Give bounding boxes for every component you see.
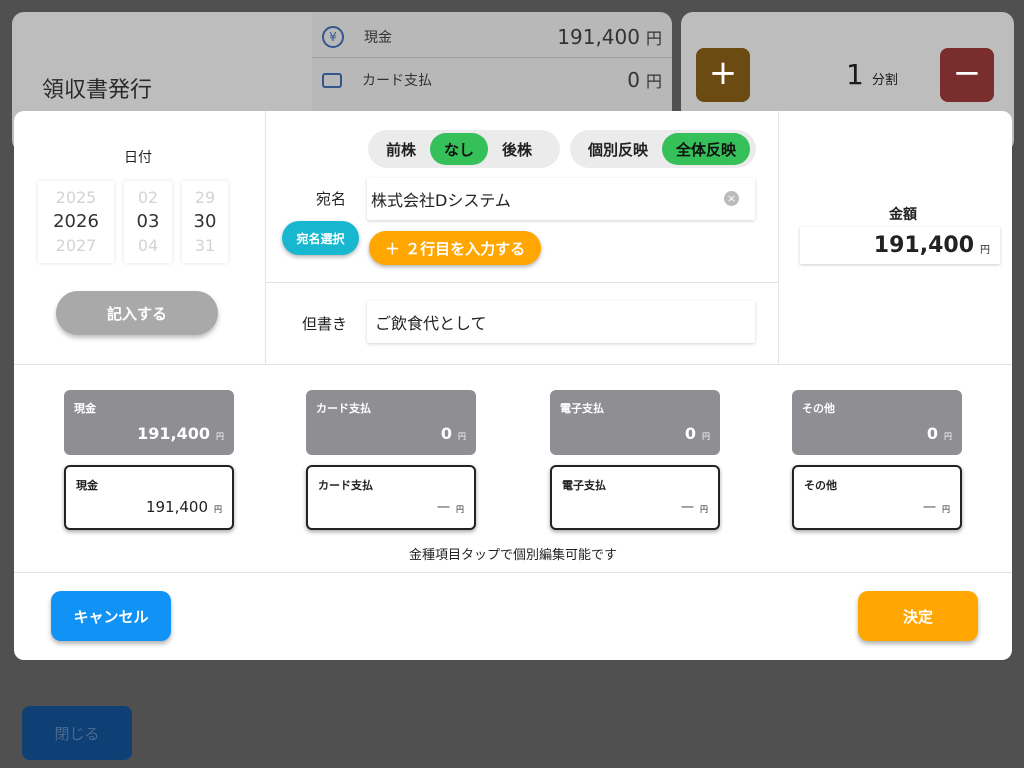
payment-label: 現金 (364, 30, 392, 46)
payment-amount: 0 (627, 68, 640, 92)
split-increase-button: + (696, 48, 750, 102)
tile-label: カード支払 (316, 402, 371, 415)
picker-selected[interactable]: 03 (137, 210, 160, 234)
split-count-value: 1 (846, 58, 864, 91)
day-picker[interactable]: 29 30 31 (182, 181, 228, 263)
total-tile-cash: 現金 191,400 円 (64, 390, 234, 455)
addressee-value: 株式会社Dシステム (371, 191, 511, 210)
date-label: 日付 (124, 150, 152, 166)
honorific-option-none[interactable]: なし (430, 133, 489, 165)
tile-label: カード支払 (318, 479, 373, 492)
reflect-segmented-control: 個別反映 全体反映 (570, 130, 756, 168)
picker-option[interactable]: 2025 (56, 186, 97, 210)
clear-icon[interactable]: × (724, 191, 739, 206)
picker-option[interactable]: 02 (138, 186, 158, 210)
edit-tile-cash[interactable]: 現金 191,400 円 (64, 465, 234, 530)
tile-label: 現金 (76, 479, 98, 492)
honorific-option-ato[interactable]: 後株 (488, 133, 546, 165)
tile-unit: 円 (456, 505, 464, 514)
addressee-select-button[interactable]: 宛名選択 (282, 221, 359, 255)
picker-selected[interactable]: 2026 (53, 210, 99, 234)
addressee-input[interactable]: 株式会社Dシステム × (367, 178, 755, 220)
split-unit: 分割 (871, 73, 898, 88)
tile-unit: 円 (700, 505, 708, 514)
divider (778, 111, 779, 364)
edit-tile-card[interactable]: カード支払 一円 (306, 465, 476, 530)
remark-value: ご飲食代として (375, 314, 487, 333)
yen-icon: ¥ (322, 26, 344, 48)
tile-value: 0 (684, 424, 696, 443)
picker-option[interactable]: 2027 (56, 234, 97, 258)
tile-unit: 円 (214, 505, 222, 514)
add-second-line-button[interactable]: ＋ ２行目を入力する (369, 231, 541, 265)
remark-input[interactable]: ご飲食代として (367, 301, 755, 343)
picker-option[interactable]: 31 (195, 234, 215, 258)
year-picker[interactable]: 2025 2026 2027 (38, 181, 114, 263)
tile-value: 一 (922, 501, 936, 516)
divider (312, 57, 672, 58)
payment-row-card: カード支払 0 円 (322, 60, 662, 100)
picker-option[interactable]: 04 (138, 234, 158, 258)
payment-label: カード支払 (362, 73, 432, 89)
fill-date-button[interactable]: 記入する (56, 291, 218, 335)
tile-unit: 円 (458, 432, 466, 441)
tile-label: 電子支払 (560, 402, 604, 415)
confirm-button[interactable]: 決定 (858, 591, 978, 641)
receipt-dialog: 日付 2025 2026 2027 02 03 04 29 30 31 記入する… (14, 111, 1012, 660)
tile-label: 電子支払 (562, 479, 606, 492)
tile-label: 現金 (74, 402, 96, 415)
page-title: 領収書発行 (42, 78, 153, 103)
edit-tile-emoney[interactable]: 電子支払 一円 (550, 465, 720, 530)
total-tile-card: カード支払 0円 (306, 390, 476, 455)
divider (266, 282, 778, 283)
tile-unit: 円 (942, 505, 950, 514)
tile-value: 191,400 (145, 498, 208, 516)
tile-value: 0 (440, 424, 452, 443)
addressee-label: 宛名 (316, 190, 347, 208)
honorific-segmented-control: 前株 なし 後株 (368, 130, 560, 168)
reflect-option-all[interactable]: 全体反映 (662, 133, 751, 165)
tile-label: その他 (804, 479, 837, 492)
tile-label: その他 (802, 402, 835, 415)
picker-option[interactable]: 29 (195, 186, 215, 210)
payment-unit: 円 (645, 72, 662, 91)
tile-unit: 円 (944, 432, 952, 441)
payment-unit: 円 (645, 29, 662, 48)
divider (265, 111, 266, 364)
payment-row-cash: ¥ 現金 191,400 円 (322, 17, 662, 57)
month-picker[interactable]: 02 03 04 (124, 181, 172, 263)
amount-field[interactable]: 191,400 円 (800, 227, 1000, 264)
tile-value: 一 (436, 501, 450, 516)
tile-unit: 円 (702, 432, 710, 441)
split-count: 1 分割 (846, 58, 898, 91)
amount-value: 191,400 (873, 233, 974, 258)
tile-value: 0 (926, 424, 938, 443)
remark-label: 但書き (302, 315, 348, 333)
tile-value: 191,400 (137, 424, 210, 443)
reflect-option-individual[interactable]: 個別反映 (574, 133, 662, 165)
divider (14, 572, 1012, 573)
edit-hint-text: 金種項目タップで個別編集可能です (408, 548, 617, 563)
amount-unit: 円 (980, 245, 990, 256)
total-tile-other: その他 0円 (792, 390, 962, 455)
honorific-option-mae[interactable]: 前株 (372, 133, 430, 165)
edit-tile-other[interactable]: その他 一円 (792, 465, 962, 530)
cancel-button[interactable]: キャンセル (51, 591, 171, 641)
card-icon (322, 72, 342, 88)
payment-amount: 191,400 (557, 25, 640, 49)
close-button: 閉じる (22, 706, 132, 760)
divider (14, 364, 1012, 365)
total-tile-emoney: 電子支払 0円 (550, 390, 720, 455)
tile-value: 一 (680, 501, 694, 516)
picker-selected[interactable]: 30 (194, 210, 217, 234)
tile-unit: 円 (216, 432, 224, 441)
split-decrease-button: − (940, 48, 994, 102)
amount-label: 金額 (889, 207, 917, 223)
